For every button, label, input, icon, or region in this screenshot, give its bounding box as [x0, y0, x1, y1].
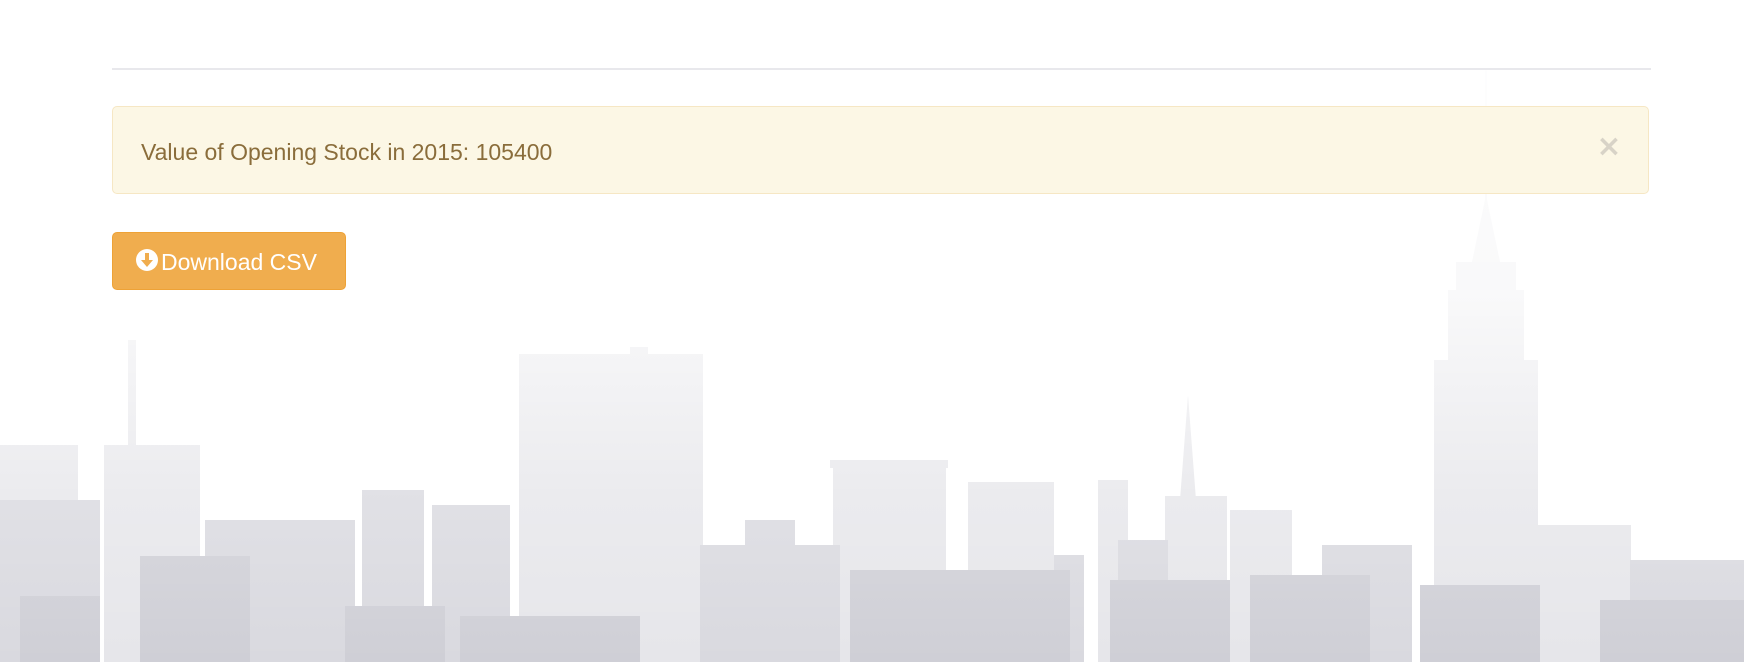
city-skyline-background [0, 0, 1744, 662]
download-csv-button[interactable]: Download CSV [112, 232, 346, 290]
download-circle-icon [136, 249, 158, 271]
alert-message: Value of Opening Stock in 2015: 105400 [141, 139, 553, 165]
warning-alert: Value of Opening Stock in 2015: 105400 × [112, 106, 1649, 194]
page: Value of Opening Stock in 2015: 105400 ×… [0, 0, 1744, 662]
download-csv-label: Download CSV [161, 249, 317, 275]
section-divider [112, 68, 1651, 70]
alert-close-button[interactable]: × [1594, 129, 1624, 165]
close-icon: × [1596, 129, 1622, 164]
